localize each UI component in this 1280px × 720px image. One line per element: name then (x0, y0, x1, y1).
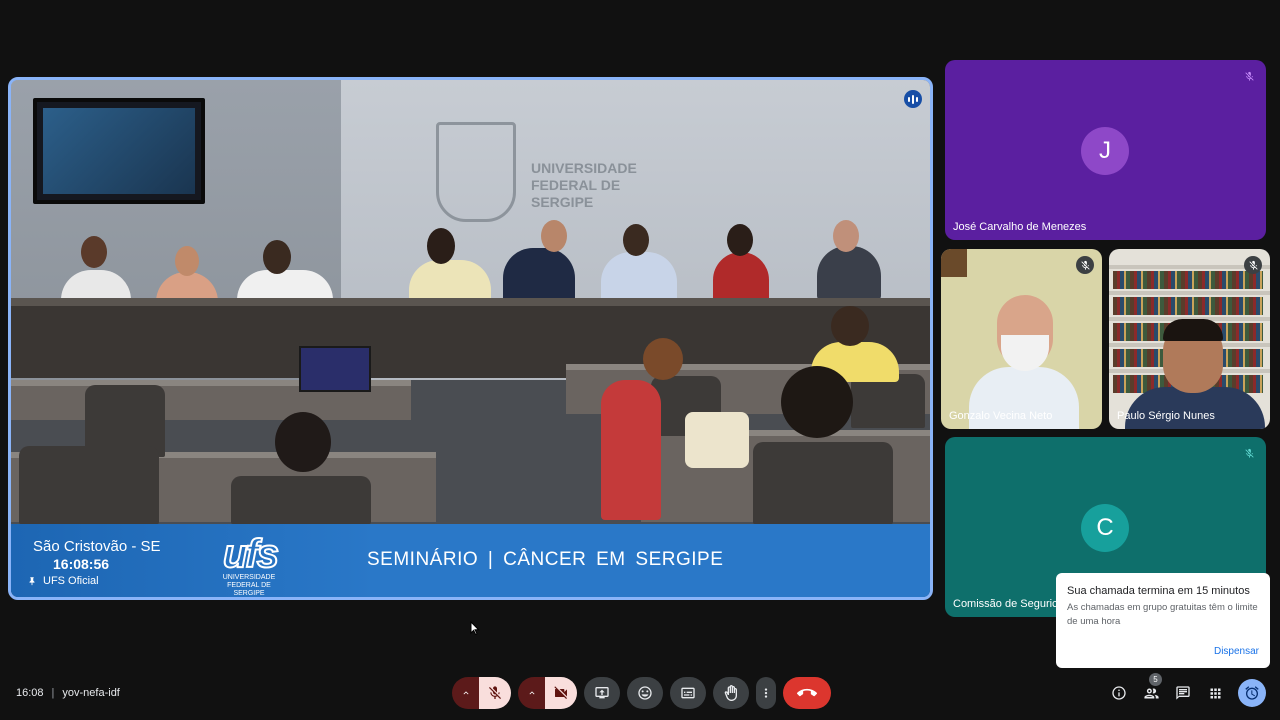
meeting-details-button[interactable] (1106, 679, 1132, 707)
participant-tile-gonzalo[interactable]: Gonzalo Vecina Neto (941, 249, 1102, 429)
more-options-button[interactable] (756, 677, 776, 709)
raise-hand-button[interactable] (713, 677, 749, 709)
people-icon (1143, 688, 1159, 698)
broadcast-title: SEMINÁRIO | CÂNCER EM SERGIPE (367, 549, 724, 570)
timer-icon (1245, 686, 1259, 700)
chat-icon (1176, 686, 1190, 700)
participant-tile-paulo[interactable]: Paulo Sérgio Nunes (1109, 249, 1270, 429)
mic-off-icon (1076, 256, 1094, 274)
people-button[interactable]: 5 (1138, 673, 1164, 707)
call-limit-toast: Sua chamada termina em 15 minutos As cha… (1056, 573, 1270, 668)
chair (753, 442, 893, 524)
chevron-up-icon (463, 691, 468, 695)
broadcast-channel: UFS Oficial (27, 575, 99, 587)
panelist-head (833, 220, 859, 252)
participant-video (941, 249, 967, 277)
chevron-up-icon (529, 691, 534, 695)
call-controls (452, 677, 831, 709)
dismiss-button[interactable]: Dispensar (1214, 646, 1259, 657)
present-button[interactable] (584, 677, 620, 709)
reactions-button[interactable] (627, 677, 663, 709)
wall-tv (33, 98, 205, 204)
camera-off-icon (554, 686, 567, 699)
wall-university-name: UNIVERSIDADE FEDERAL DE SERGIPE (531, 160, 637, 210)
panelist-head (427, 228, 455, 264)
panelist (713, 252, 769, 302)
mic-off-icon (1240, 444, 1258, 462)
participant-name: José Carvalho de Menezes (953, 221, 1087, 233)
camera-options-button[interactable] (518, 677, 545, 709)
panelist-head (727, 224, 753, 256)
audience-head (643, 338, 683, 380)
laptop (299, 346, 371, 392)
hand-icon (724, 685, 737, 701)
panelist-head (175, 246, 199, 276)
side-panel-controls: 5 (1106, 673, 1270, 707)
audience-head (781, 366, 853, 438)
toast-body: As chamadas em grupo gratuitas têm o lim… (1067, 602, 1258, 627)
broadcast-time: 16:08:56 (53, 556, 110, 572)
participant-name: Paulo Sérgio Nunes (1117, 410, 1215, 422)
camera-toggle-button[interactable] (545, 677, 577, 709)
panelist-head (541, 220, 567, 252)
meet-stage: UNIVERSIDADE FEDERAL DE SERGIPE São Cris… (0, 0, 1280, 720)
end-call-icon (797, 688, 817, 697)
chat-button[interactable] (1170, 679, 1196, 707)
apps-icon (1210, 688, 1220, 698)
main-video-tile[interactable]: UNIVERSIDADE FEDERAL DE SERGIPE São Cris… (8, 77, 933, 600)
info-icon (1112, 686, 1126, 700)
camera-control-group (518, 677, 577, 709)
channel-name: UFS Oficial (43, 575, 99, 587)
broadcast-lower-third: São Cristovão - SE 16:08:56 UFS Oficial … (11, 524, 930, 597)
participant-name: Gonzalo Vecina Neto (949, 410, 1053, 422)
participant-video (1125, 387, 1265, 429)
audience-head (831, 306, 869, 346)
audience-head (275, 412, 331, 472)
participant-tile-jose[interactable]: J José Carvalho de Menezes (945, 60, 1266, 240)
captions-icon (681, 687, 695, 699)
more-vert-icon (764, 688, 768, 698)
participant-video (1163, 319, 1223, 341)
panelist-head (81, 236, 107, 268)
host-controls-button[interactable] (1234, 679, 1270, 707)
panelist-head (263, 240, 291, 274)
activities-button[interactable] (1202, 679, 1228, 707)
broadcast-city: São Cristovão - SE (33, 538, 161, 555)
timer-button[interactable] (1238, 679, 1266, 707)
participant-video (1001, 335, 1049, 371)
avatar: J (1081, 127, 1129, 175)
panelist (817, 246, 881, 300)
present-icon (595, 687, 609, 699)
participant-name: Comissão de Seguric (953, 598, 1058, 610)
end-call-button[interactable] (783, 677, 831, 709)
mic-off-icon (1240, 67, 1258, 85)
pin-icon (29, 577, 35, 586)
mic-options-button[interactable] (452, 677, 479, 709)
bottom-bar: 16:08 | yov-nefa-idf 5 (0, 670, 1280, 720)
toast-title: Sua chamada termina em 15 minutos (1067, 585, 1250, 597)
audience-member (601, 380, 661, 520)
avatar: C (1081, 504, 1129, 552)
people-count-badge: 5 (1149, 673, 1162, 686)
meeting-code: yov-nefa-idf (62, 687, 120, 699)
mouse-cursor-icon (470, 621, 480, 635)
clock: 16:08 (16, 687, 44, 699)
mic-toggle-button[interactable] (479, 677, 511, 709)
ufs-logo: ufs UNIVERSIDADE FEDERAL DE SERGIPE (222, 531, 280, 597)
handbag (685, 412, 749, 468)
mic-off-icon (489, 686, 501, 699)
mic-control-group (452, 677, 511, 709)
captions-button[interactable] (670, 677, 706, 709)
panelist-head (623, 224, 649, 256)
chair (19, 446, 159, 524)
meeting-info: 16:08 | yov-nefa-idf (16, 687, 120, 699)
mic-off-icon (1244, 256, 1262, 274)
chair (851, 374, 925, 428)
university-crest-icon (436, 122, 516, 222)
emoji-icon (638, 686, 652, 700)
audio-bars-icon (904, 90, 922, 108)
chair (231, 476, 371, 524)
